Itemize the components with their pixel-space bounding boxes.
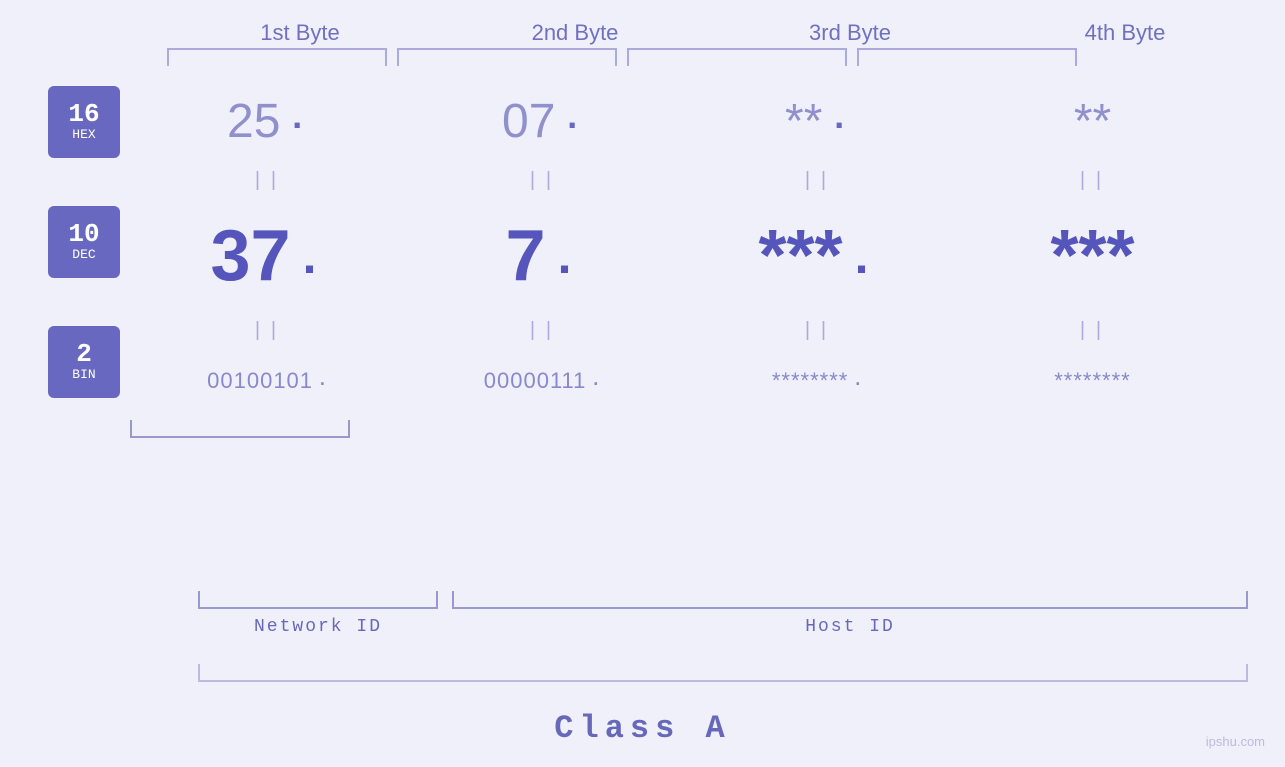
dec-b2-value: 7 — [505, 215, 545, 297]
eq2-b2: || — [428, 320, 658, 343]
dec-badge: 10 DEC — [48, 206, 120, 278]
hex-badge: 16 HEX — [48, 86, 120, 158]
bin-badge: 2 BIN — [48, 326, 120, 398]
top-brackets — [167, 48, 1267, 66]
badges-column: 16 HEX 10 DEC 2 BIN — [48, 76, 120, 438]
hex-b1-dot: . — [286, 98, 308, 139]
eq2-b4: || — [978, 320, 1208, 343]
hex-b1-cell: 25 . — [153, 94, 383, 149]
bin-b1-cell: 00100101 . — [153, 368, 383, 394]
class-bracket — [198, 664, 1248, 682]
bin-b2-cell: 00000111 . — [428, 368, 658, 394]
content-area: 16 HEX 10 DEC 2 BIN 25 — [0, 76, 1285, 438]
hex-b4-cell: ** — [978, 94, 1208, 149]
dec-b3-cell: *** . — [703, 215, 933, 297]
dec-b2-dot: . — [550, 232, 580, 289]
dec-badge-num: 10 — [68, 221, 99, 247]
eq1-b3: || — [703, 170, 933, 193]
hex-b2-dot: . — [561, 98, 583, 139]
hex-badge-num: 16 — [68, 101, 99, 127]
dec-b1-dot: . — [295, 232, 325, 289]
bottom-brackets — [130, 420, 1230, 438]
rows-area: 25 . 07 . ** . ** || || || — [130, 76, 1230, 438]
bin-data-row: 00100101 . 00000111 . ******** . *******… — [130, 346, 1230, 416]
equals-row-2: || || || || — [130, 316, 1230, 346]
hex-b4-value: ** — [1074, 94, 1111, 149]
dec-b3-value: *** — [758, 215, 842, 297]
dec-data-row: 37 . 7 . *** . *** — [130, 196, 1230, 316]
eq1-b4: || — [978, 170, 1208, 193]
dec-b1-value: 37 — [210, 215, 290, 297]
host-id-bracket — [452, 591, 1248, 609]
byte4-header: 4th Byte — [1010, 20, 1240, 46]
byte3-header: 3rd Byte — [735, 20, 965, 46]
byte2-header: 2nd Byte — [460, 20, 690, 46]
bracket-network-id — [130, 420, 350, 438]
class-label: Class A — [0, 710, 1285, 747]
eq2-b3: || — [703, 320, 933, 343]
hex-b2-value: 07 — [502, 94, 555, 149]
dec-b2-cell: 7 . — [428, 215, 658, 297]
bin-b4-value: ******** — [1054, 368, 1131, 394]
eq1-b2: || — [428, 170, 658, 193]
dec-b4-cell: *** — [978, 215, 1208, 297]
hex-b3-value: ** — [785, 94, 822, 149]
bin-badge-label: BIN — [72, 367, 95, 383]
hex-b3-cell: ** . — [703, 94, 933, 149]
byte1-header: 1st Byte — [185, 20, 415, 46]
watermark: ipshu.com — [1206, 734, 1265, 749]
main-container: 1st Byte 2nd Byte 3rd Byte 4th Byte 16 H… — [0, 0, 1285, 767]
bin-b2-dot: . — [590, 371, 601, 391]
bracket-byte2 — [397, 48, 617, 66]
bracket-byte1 — [167, 48, 387, 66]
bin-b3-cell: ******** . — [703, 368, 933, 394]
bin-b4-cell: ******** — [978, 368, 1208, 394]
hex-b1-value: 25 — [227, 94, 280, 149]
id-labels-row: Network ID Host ID — [198, 617, 1248, 637]
bin-b1-value: 00100101 — [207, 368, 313, 394]
bin-badge-num: 2 — [76, 341, 92, 367]
bin-b3-dot: . — [852, 371, 863, 391]
dec-badge-label: DEC — [72, 247, 95, 263]
bin-b3-value: ******** — [772, 368, 849, 394]
dec-b1-cell: 37 . — [153, 215, 383, 297]
eq1-b1: || — [153, 170, 383, 193]
hex-b3-dot: . — [828, 98, 850, 139]
bin-b2-value: 00000111 — [484, 368, 587, 394]
dec-b4-value: *** — [1050, 215, 1134, 297]
bracket-byte4 — [857, 48, 1077, 66]
bracket-byte3 — [627, 48, 847, 66]
host-id-label: Host ID — [452, 617, 1248, 637]
bracket-spacer — [360, 420, 580, 438]
byte-headers: 1st Byte 2nd Byte 3rd Byte 4th Byte — [163, 20, 1263, 46]
eq2-b1: || — [153, 320, 383, 343]
dec-b3-dot: . — [847, 232, 877, 289]
bin-b1-dot: . — [317, 371, 328, 391]
network-id-label: Network ID — [198, 617, 438, 637]
hex-badge-label: HEX — [72, 127, 95, 143]
hex-data-row: 25 . 07 . ** . ** — [130, 76, 1230, 166]
network-id-bracket — [198, 591, 438, 609]
id-bracket-section: Network ID Host ID — [198, 591, 1248, 637]
equals-row-1: || || || || — [130, 166, 1230, 196]
bracket-containers — [198, 591, 1248, 609]
hex-b2-cell: 07 . — [428, 94, 658, 149]
